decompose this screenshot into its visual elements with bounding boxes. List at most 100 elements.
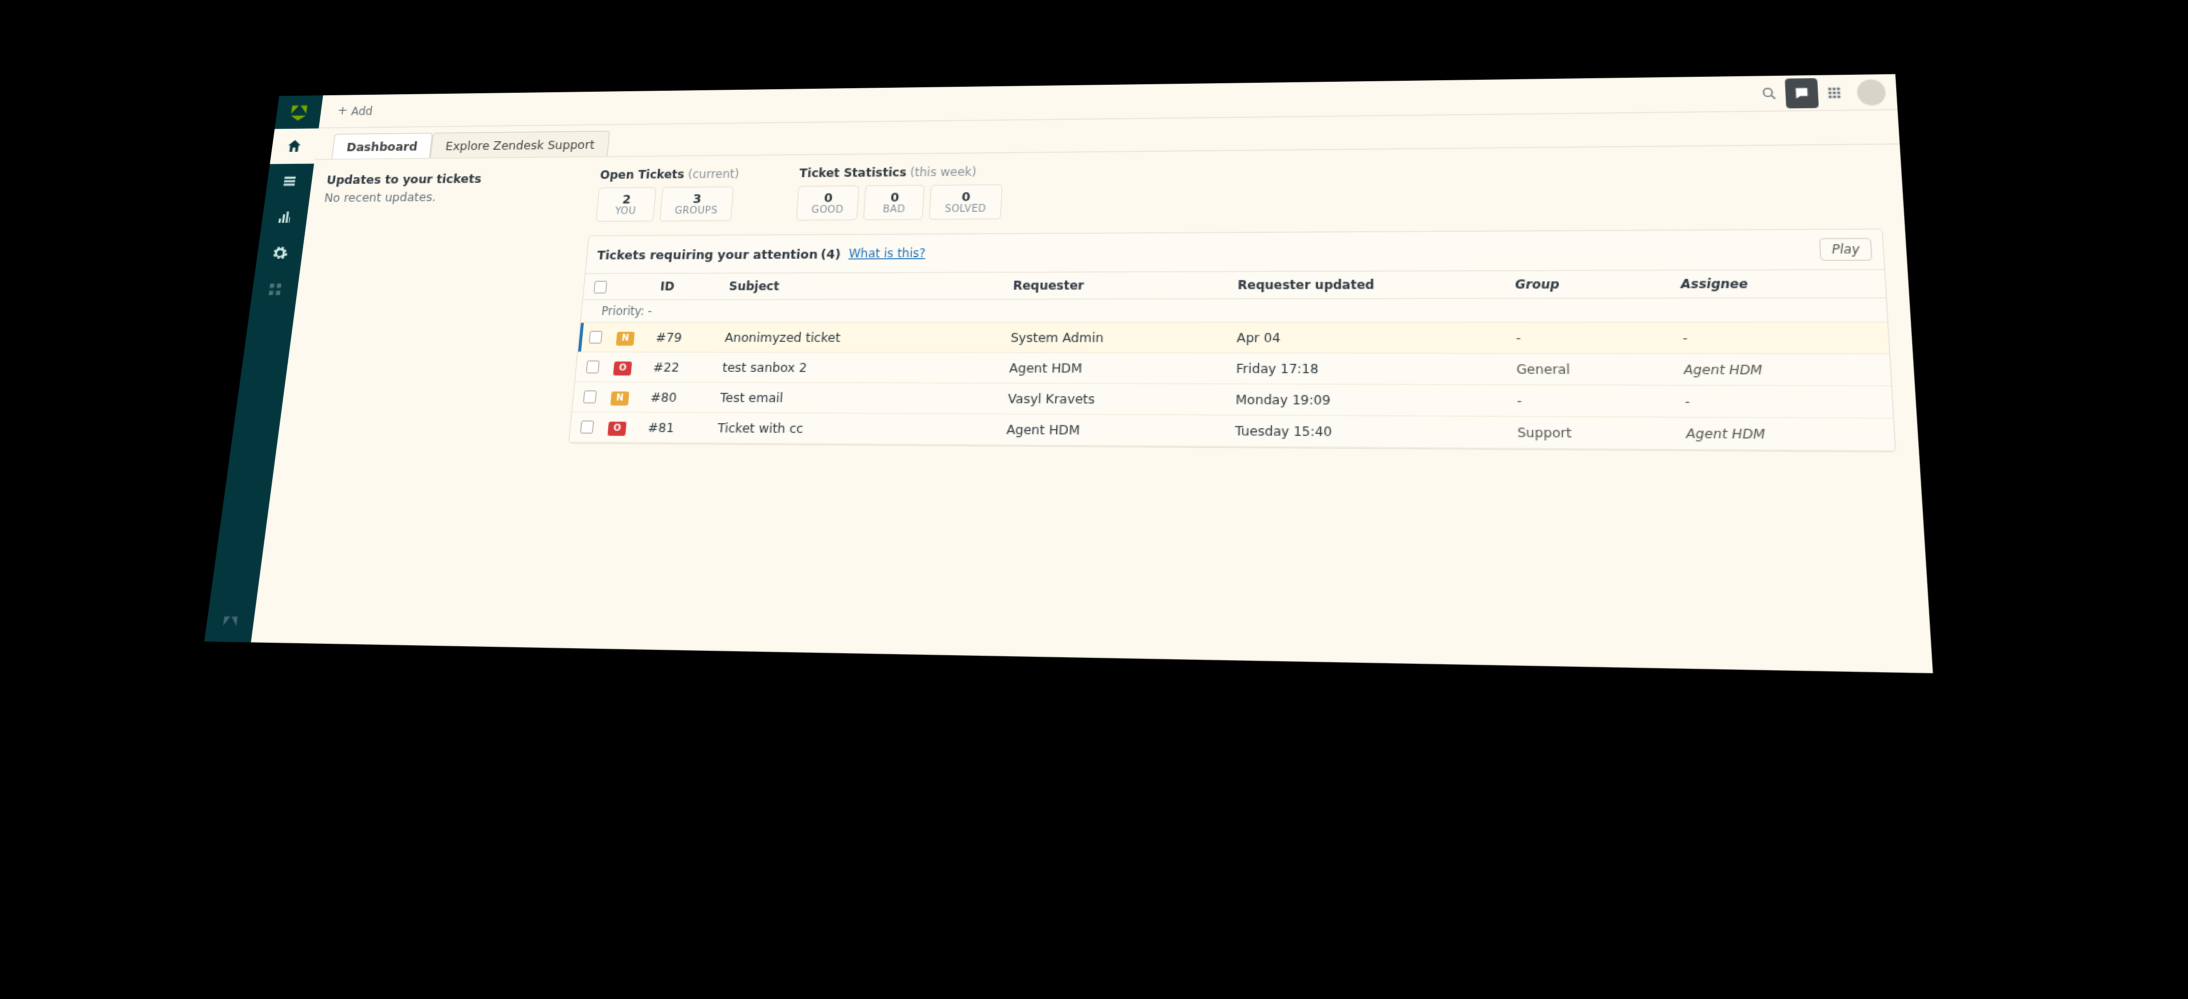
- col-requester-updated[interactable]: Requester updated: [1238, 277, 1516, 292]
- stat-label: SOLVED: [944, 204, 986, 215]
- open-tickets-section: Open Tickets (current) 2YOU3GROUPS: [596, 167, 742, 222]
- gear-icon: [270, 245, 289, 262]
- stat-value: 0: [945, 189, 987, 204]
- updates-empty-text: No recent updates.: [324, 189, 578, 205]
- apps-icon: [265, 281, 284, 298]
- what-is-this-link[interactable]: What is this?: [848, 246, 926, 260]
- ticket-subject: Ticket with cc: [717, 420, 1007, 437]
- stat-box[interactable]: 0BAD: [864, 185, 926, 220]
- app-logo[interactable]: [275, 95, 323, 129]
- open-tickets-head: Open Tickets (current): [599, 167, 741, 182]
- ticket-updated: Tuesday 15:40: [1235, 423, 1517, 440]
- ticket-requester: System Admin: [1010, 330, 1237, 345]
- col-id[interactable]: ID: [660, 279, 730, 293]
- stat-value: 2: [611, 192, 641, 207]
- tab-explore[interactable]: Explore Zendesk Support: [430, 131, 610, 158]
- stat-box[interactable]: 0GOOD: [796, 185, 860, 220]
- stat-value: 3: [675, 191, 719, 206]
- nav-home[interactable]: [270, 128, 319, 164]
- ticket-requester: Agent HDM: [1006, 422, 1235, 439]
- attention-title: Tickets requiring your attention: [597, 246, 819, 262]
- add-button[interactable]: + Add: [329, 101, 381, 122]
- app-window: + Add Dashboard Explore Zendesk Support: [204, 74, 1933, 673]
- ticket-requester: Agent HDM: [1009, 360, 1236, 376]
- status-badge: O: [607, 422, 626, 436]
- ticket-assignee: -: [1682, 330, 1877, 346]
- attention-header: Tickets requiring your attention (4) Wha…: [586, 230, 1884, 274]
- ticket-statistics-section: Ticket Statistics (this week) 0GOOD0BAD0…: [796, 165, 1009, 221]
- ticket-group: -: [1517, 393, 1685, 410]
- ticket-assignee: -: [1685, 393, 1882, 410]
- ticket-id: #79: [655, 330, 725, 345]
- status-badge: O: [613, 362, 632, 376]
- ticket-assignee: Agent HDM: [1683, 361, 1879, 377]
- row-checkbox[interactable]: [580, 420, 594, 433]
- logo-icon: [287, 102, 310, 122]
- status-badge: N: [610, 391, 629, 405]
- search-icon: [1760, 85, 1778, 101]
- stat-value: 0: [812, 190, 845, 205]
- bar-chart-icon: [275, 209, 294, 226]
- profile-avatar[interactable]: [1856, 79, 1886, 105]
- nav-views[interactable]: [265, 164, 314, 200]
- col-assignee[interactable]: Assignee: [1680, 276, 1874, 291]
- stat-label: GOOD: [811, 205, 844, 216]
- ticket-assignee: Agent HDM: [1686, 425, 1883, 442]
- stat-label: BAD: [879, 204, 909, 215]
- ticket-subject: test sanbox 2: [722, 360, 1010, 376]
- body: Updates to your tickets No recent update…: [251, 144, 1933, 673]
- ticket-group: General: [1516, 361, 1684, 377]
- ticket-updated: Apr 04: [1237, 330, 1516, 346]
- search-button[interactable]: [1752, 78, 1786, 108]
- ticket-updated: Monday 19:09: [1235, 392, 1516, 409]
- plus-icon: +: [337, 105, 349, 117]
- col-group[interactable]: Group: [1515, 277, 1681, 292]
- nav-admin[interactable]: [255, 235, 305, 271]
- attention-count: (4): [820, 246, 841, 261]
- row-checkbox[interactable]: [583, 390, 597, 403]
- ticket-row[interactable]: N#79Anonimyzed ticketSystem AdminApr 04-…: [578, 323, 1889, 355]
- select-all-checkbox[interactable]: [594, 280, 608, 293]
- tab-dashboard[interactable]: Dashboard: [331, 133, 433, 159]
- ticket-subject: Anonimyzed ticket: [724, 330, 1011, 345]
- ticket-updated: Friday 17:18: [1236, 361, 1516, 377]
- content: Open Tickets (current) 2YOU3GROUPS Ticke…: [548, 144, 1933, 673]
- ticket-subject: Test email: [719, 390, 1008, 406]
- col-requester[interactable]: Requester: [1013, 278, 1238, 293]
- add-button-label: Add: [350, 104, 373, 117]
- nav-apps[interactable]: [250, 271, 300, 308]
- attention-panel: Tickets requiring your attention (4) Wha…: [568, 229, 1896, 453]
- status-badge: N: [616, 332, 635, 346]
- stat-value: 0: [879, 190, 910, 205]
- ticket-requester: Vasyl Kravets: [1007, 391, 1235, 407]
- col-subject[interactable]: Subject: [728, 279, 1013, 294]
- priority-group-label: Priority: -: [581, 298, 1887, 323]
- products-button[interactable]: [1817, 77, 1851, 107]
- ticket-row[interactable]: O#81Ticket with ccAgent HDMTuesday 15:40…: [569, 412, 1895, 451]
- updates-title: Updates to your tickets: [326, 171, 580, 187]
- stat-box[interactable]: 3GROUPS: [659, 186, 734, 221]
- stat-box[interactable]: 0SOLVED: [929, 184, 1002, 220]
- ticket-group: Support: [1517, 424, 1686, 441]
- stat-label: GROUPS: [674, 206, 718, 217]
- grid-icon: [1825, 84, 1843, 100]
- play-button[interactable]: Play: [1819, 238, 1872, 261]
- ticket-group: -: [1516, 330, 1683, 346]
- row-checkbox[interactable]: [586, 360, 600, 373]
- main-area: + Add Dashboard Explore Zendesk Support: [251, 74, 1933, 673]
- chat-icon: [1793, 85, 1811, 101]
- ticket-id: #22: [653, 360, 724, 375]
- row-checkbox[interactable]: [589, 331, 603, 344]
- conversations-button[interactable]: [1785, 78, 1819, 108]
- nav-reporting[interactable]: [260, 199, 309, 235]
- stat-box[interactable]: 2YOU: [596, 187, 657, 222]
- stat-label: YOU: [610, 206, 640, 217]
- ticket-statistics-head: Ticket Statistics (this week): [799, 165, 1009, 180]
- ticket-table-header: ID Subject Requester Requester updated G…: [583, 269, 1886, 300]
- ticket-id: #81: [647, 420, 718, 436]
- ticket-row[interactable]: O#22test sanbox 2Agent HDMFriday 17:18Ge…: [575, 353, 1891, 387]
- list-icon: [280, 173, 299, 190]
- stat-sections: Open Tickets (current) 2YOU3GROUPS Ticke…: [590, 157, 1882, 222]
- zendesk-footer-logo: [204, 600, 256, 642]
- ticket-id: #80: [650, 390, 721, 405]
